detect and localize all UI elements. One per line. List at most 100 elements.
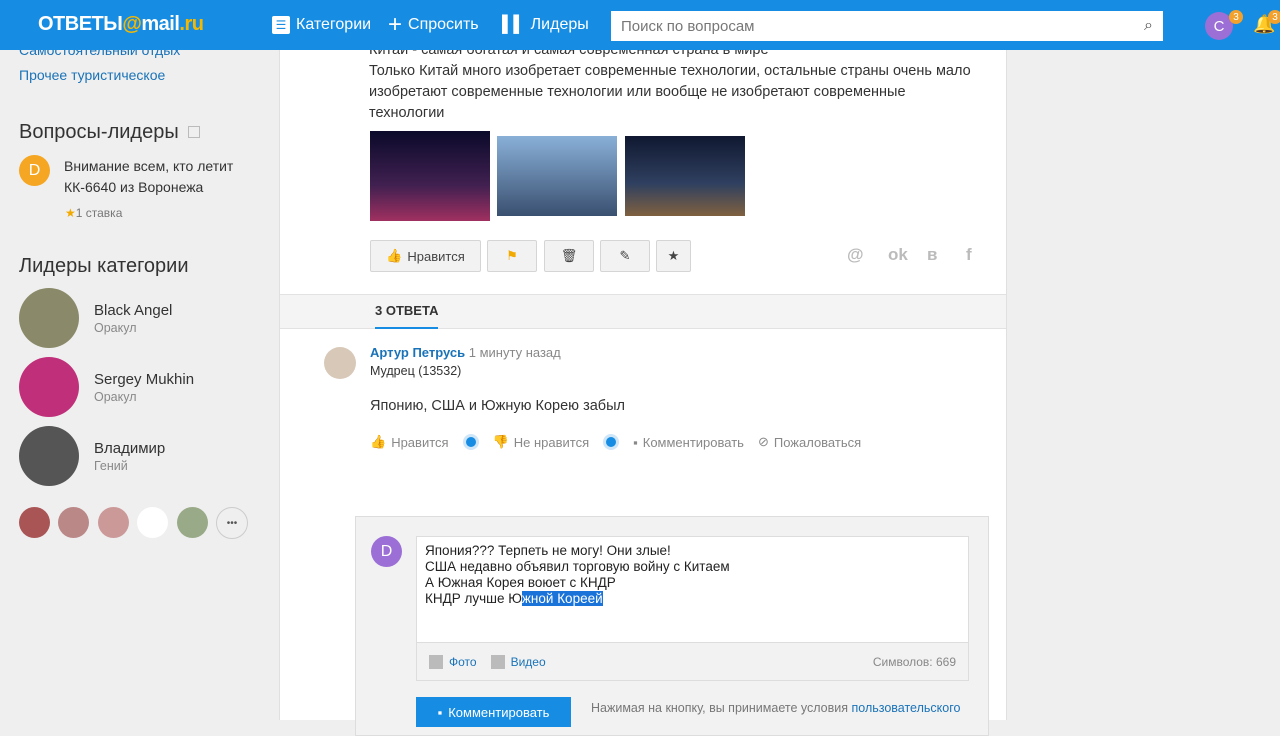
nav-label: Лидеры [530, 16, 589, 33]
facebook-share-icon[interactable]: f [966, 245, 972, 265]
answer-text: Японию, США и Южную Корею забыл [370, 398, 625, 414]
answer-like-button[interactable]: 👍 Нравится [370, 434, 449, 450]
selected-text: жной Кореей [521, 591, 603, 606]
avatar[interactable] [19, 507, 50, 538]
photo-button[interactable]: Фото [449, 655, 477, 669]
avatar[interactable] [137, 507, 168, 538]
vk-share-icon[interactable]: в [927, 245, 937, 265]
answer-comment-button[interactable]: ▪ Комментировать [633, 435, 744, 450]
avatar: D [19, 155, 50, 186]
answer-time: 1 минуту назад [468, 345, 561, 360]
category-leaders-title: Лидеры категории [19, 255, 189, 277]
photo-thumbnail[interactable] [625, 136, 745, 216]
report-label: Пожаловаться [773, 434, 862, 450]
leader-name[interactable]: Sergey Mukhin [94, 371, 194, 388]
answer-dislike-button[interactable]: 👎 Не нравится [493, 434, 590, 450]
pencil-icon: ✎ [619, 248, 631, 263]
delete-button[interactable]: 🗑 [544, 240, 594, 272]
tab-answers[interactable]: 3 ОТВЕТА [375, 303, 439, 329]
question-panel: Китай - самая богатая и самая современна… [279, 0, 1007, 736]
nav-leaders[interactable]: ▌▌ Лидеры [502, 16, 589, 34]
logo[interactable]: ОТВЕТЫ@mail.ru [38, 13, 204, 36]
bar-chart-icon: ▌▌ [502, 16, 525, 33]
user-badge: 3 [1229, 10, 1243, 24]
terms-link[interactable]: пользовательского [852, 701, 961, 715]
answers-tabbar: 3 ОТВЕТА [280, 294, 1006, 329]
search-input[interactable]: Поиск по вопросам ⌕ [611, 11, 1163, 41]
terms-text: Нажимая на кнопку, вы принимаете условия [591, 701, 849, 715]
comment-line: КНДР лучше Ю [425, 591, 522, 606]
nav-categories[interactable]: ☰ Категории [272, 16, 371, 34]
edit-button[interactable]: ✎ [600, 240, 650, 272]
comment-form: D Япония??? Терпеть не могу! Они злые! С… [355, 516, 989, 736]
report-button[interactable]: ⊘ Пожаловаться [758, 434, 861, 450]
leader-rank: Гений [94, 459, 128, 473]
avatar[interactable] [98, 507, 129, 538]
thumbs-up-icon: 👍 [386, 248, 403, 263]
flag-icon: ⚑ [506, 248, 518, 263]
thumbs-down-icon: 👎 [492, 434, 509, 449]
trash-icon: 🗑 [560, 248, 578, 263]
like-label: Нравится [407, 248, 465, 264]
star-icon: ★ [65, 206, 76, 220]
nav-label: Категории [296, 16, 372, 33]
ok-share-icon[interactable]: ok [888, 245, 908, 265]
like-label: Нравится [391, 434, 449, 450]
question-line: Только Китай много изобретает современны… [369, 63, 971, 121]
comment-icon: ▪ [633, 434, 638, 450]
list-icon: ☰ [272, 16, 290, 34]
comment-label: Комментировать [642, 434, 744, 450]
search-icon[interactable]: ⌕ [1144, 17, 1153, 35]
comment-line: А Южная Корея воюет с КНДР [425, 575, 616, 590]
char-counter: Символов: 669 [872, 654, 956, 669]
photo-icon [429, 654, 443, 669]
submit-label: Комментировать [448, 704, 550, 720]
avatar[interactable] [58, 507, 89, 538]
video-button[interactable]: Видео [511, 655, 546, 669]
comment-textarea[interactable]: Япония??? Терпеть не могу! Они злые! США… [416, 536, 969, 643]
question-text: Китай - самая богатая и самая современна… [369, 40, 979, 124]
submit-comment-button[interactable]: ▪ Комментировать [416, 697, 571, 727]
plus-icon: + [388, 11, 403, 38]
favorite-button[interactable]: ★ [656, 240, 691, 272]
star-icon: ★ [667, 248, 680, 263]
avatar[interactable] [19, 426, 79, 486]
leader-rank: Оракул [94, 390, 137, 404]
answer-rank: Мудрец (13532) [370, 364, 462, 378]
block-icon: ⊘ [757, 434, 769, 449]
dislike-radio[interactable] [603, 434, 620, 450]
leader-question-link[interactable]: Внимание всем, кто летит КК-6640 из Воро… [64, 156, 264, 198]
more-leaders-button[interactable]: ••• [216, 507, 248, 539]
sidebar: Самостоятельный отдых Прочее туристическ… [0, 0, 278, 720]
video-icon [490, 654, 505, 669]
avatar[interactable] [19, 288, 79, 348]
leader-name[interactable]: Владимир [94, 440, 165, 457]
avatar: D [371, 536, 402, 567]
comment-icon: ▪ [437, 704, 443, 720]
sidebar-link[interactable]: Прочее туристическое [19, 67, 165, 83]
answer-author[interactable]: Артур Петрусь [370, 345, 465, 360]
avatar[interactable] [324, 347, 356, 379]
leader-rank: Оракул [94, 321, 137, 335]
search-placeholder: Поиск по вопросам [621, 17, 755, 35]
avatar[interactable] [177, 507, 208, 538]
leader-questions-title: Вопросы-лидеры [19, 121, 179, 143]
help-icon[interactable] [188, 126, 200, 138]
avatar[interactable] [19, 357, 79, 417]
dislike-label: Не нравится [513, 434, 590, 450]
bookmark-button[interactable]: ⚑ [487, 240, 537, 272]
stakes-count: 1 ставка [75, 206, 123, 220]
leader-name[interactable]: Black Angel [94, 302, 172, 319]
like-button[interactable]: 👍 Нравится [370, 240, 481, 272]
thumbs-up-icon: 👍 [370, 434, 387, 449]
photo-thumbnail[interactable] [370, 131, 490, 221]
nav-ask[interactable]: + Спросить [388, 11, 479, 38]
nav-label: Спросить [408, 16, 479, 33]
top-header: ОТВЕТЫ@mail.ru ☰ Категории + Спросить ▌▌ Ли… [0, 0, 1280, 50]
mail-share-icon[interactable]: @ [847, 245, 864, 265]
photo-thumbnail[interactable] [497, 136, 617, 216]
notification-badge: 3 [1268, 10, 1280, 24]
like-radio[interactable] [462, 434, 479, 450]
comment-line: США недавно объявил торговую войну с Кит… [425, 559, 730, 574]
comment-line: Япония??? Терпеть не могу! Они злые! [425, 543, 671, 558]
